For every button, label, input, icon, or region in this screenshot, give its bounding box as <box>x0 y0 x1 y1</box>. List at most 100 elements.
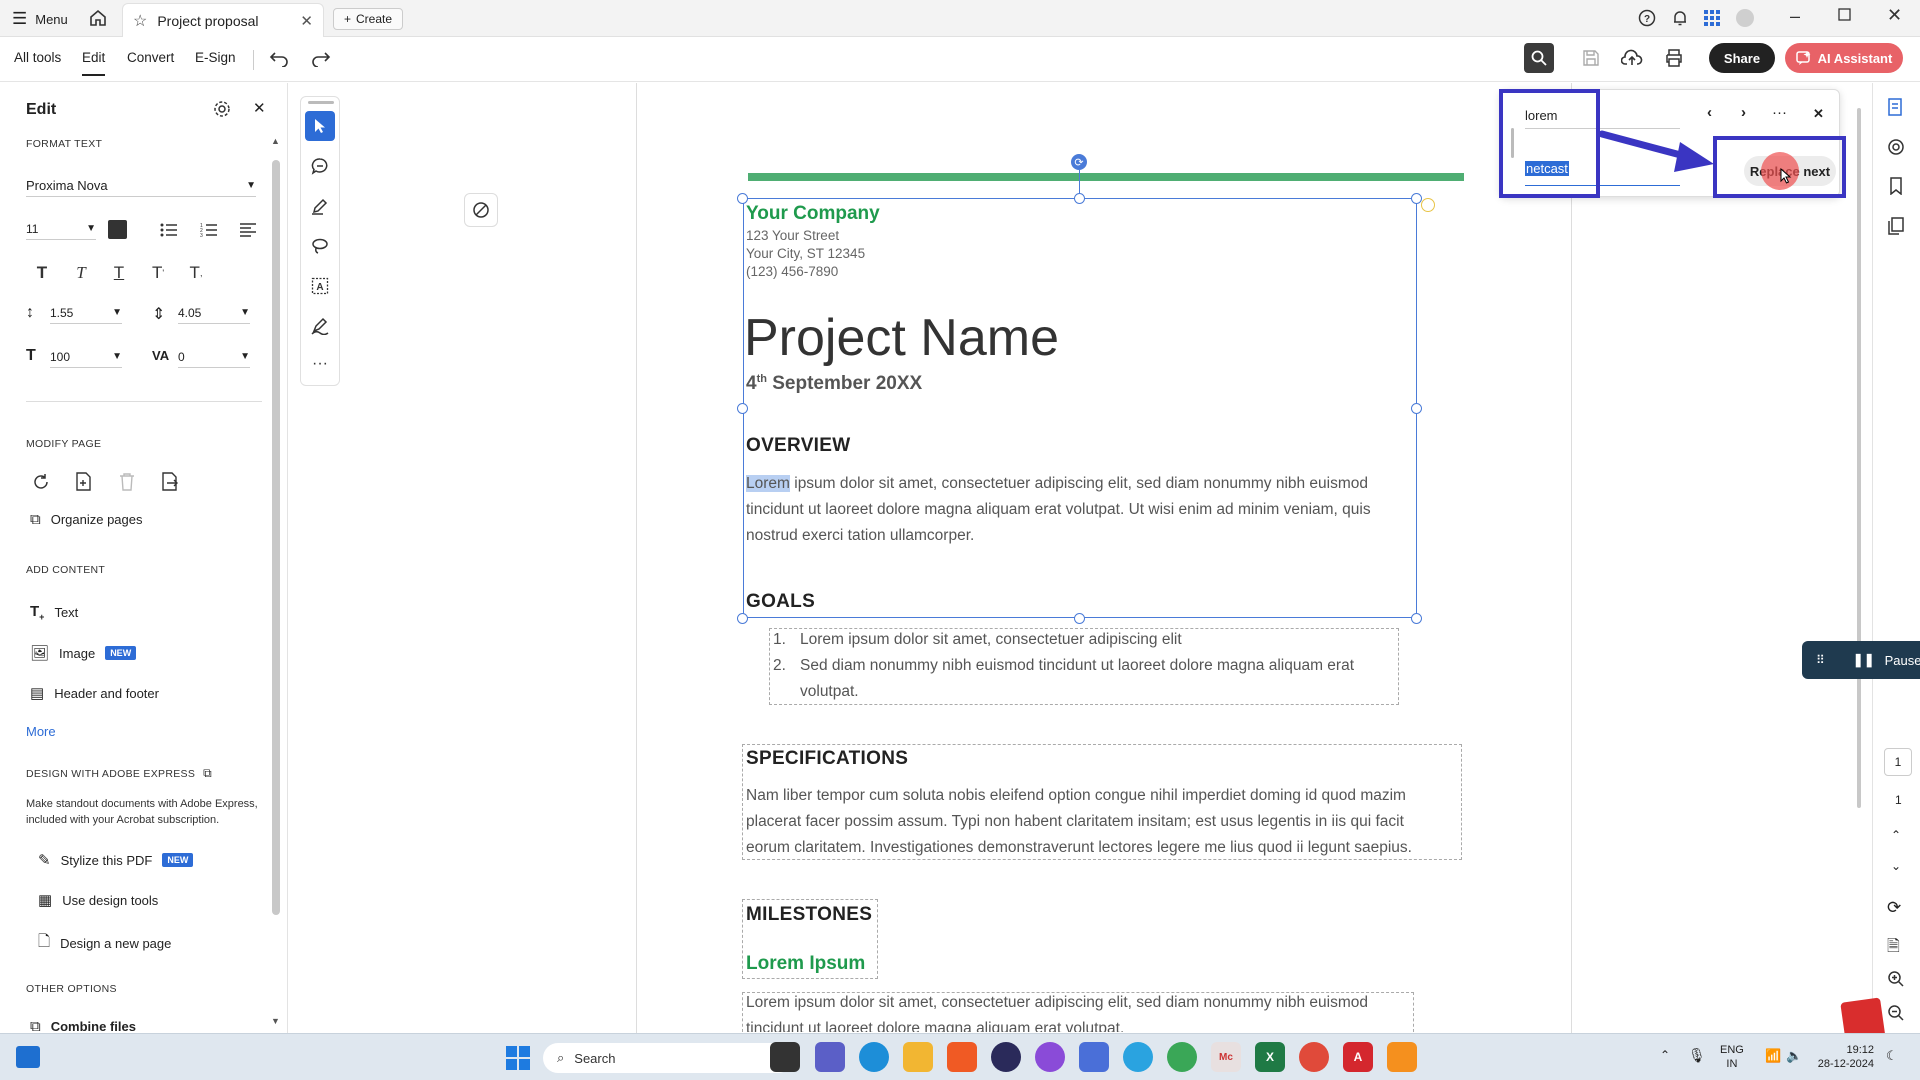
character-spacing-dropdown[interactable]: 0 ▼ <box>178 346 250 368</box>
more-link[interactable]: More <box>26 724 56 739</box>
subscript-icon[interactable]: T, <box>183 260 209 286</box>
resize-handle[interactable] <box>1074 613 1085 624</box>
volume-icon[interactable]: 🔈 <box>1786 1048 1802 1064</box>
panel-scroll-down-icon[interactable]: ▼ <box>271 1016 280 1026</box>
chrome-profile-icon[interactable] <box>1299 1042 1329 1072</box>
resize-handle[interactable] <box>1074 193 1085 204</box>
page-up-icon[interactable]: ⌃ <box>1891 828 1901 842</box>
resize-handle[interactable] <box>1411 403 1422 414</box>
lightbulb-icon[interactable] <box>1421 198 1435 212</box>
text-selection-box[interactable] <box>743 198 1417 618</box>
notification-icon[interactable]: ☾ <box>1886 1048 1898 1064</box>
underline-icon[interactable]: T <box>106 260 132 286</box>
resize-handle[interactable] <box>737 613 748 624</box>
more-options-icon[interactable]: ··· <box>1772 104 1787 121</box>
share-button[interactable]: Share <box>1709 43 1775 73</box>
brave-icon[interactable] <box>947 1042 977 1072</box>
align-left-icon[interactable] <box>235 217 261 243</box>
file-manager-icon[interactable] <box>770 1042 800 1072</box>
zoom-in-icon[interactable] <box>1887 970 1905 988</box>
external-link-icon[interactable]: ⧉ <box>203 766 212 781</box>
star-icon[interactable]: ☆ <box>133 11 147 31</box>
minimize-icon[interactable]: – <box>1790 6 1800 27</box>
refresh-icon[interactable]: ⟳ <box>1887 898 1901 918</box>
tray-chevron-icon[interactable]: ⌃ <box>1660 1048 1670 1062</box>
bold-icon[interactable]: T <box>29 260 55 286</box>
page-number-input[interactable]: 1 <box>1884 748 1912 776</box>
language-indicator[interactable]: ENG IN <box>1720 1043 1744 1071</box>
add-text-button[interactable]: T+ Text <box>30 603 78 622</box>
clock[interactable]: 19:12 28-12-2024 <box>1812 1043 1874 1071</box>
widgets-icon[interactable] <box>16 1046 40 1068</box>
redo-icon[interactable] <box>311 49 331 67</box>
comment-tool[interactable] <box>305 151 335 181</box>
organize-pages-button[interactable]: ⧉ Organize pages <box>30 511 143 528</box>
vertical-scrollbar[interactable] <box>1857 108 1861 808</box>
microphone-icon[interactable]: 🎙 <box>1688 1047 1706 1064</box>
recording-pause-button[interactable]: ⠿ ❚❚ Pause <box>1802 641 1920 679</box>
rotate-icon[interactable] <box>32 473 50 491</box>
document-tab[interactable]: ☆ Project proposal ✕ <box>122 3 324 37</box>
bookmark-icon[interactable] <box>1887 177 1905 195</box>
no-entry-icon[interactable] <box>464 193 498 227</box>
panel-scrollbar[interactable] <box>272 160 280 915</box>
next-match-icon[interactable]: › <box>1741 104 1746 121</box>
design-tools-button[interactable]: ▦ Use design tools <box>38 891 158 909</box>
telegram-icon[interactable] <box>1123 1042 1153 1072</box>
font-size-dropdown[interactable]: 11 ▼ <box>26 218 96 240</box>
superscript-icon[interactable]: T ' <box>145 260 171 286</box>
app-mc-icon[interactable]: Mc <box>1211 1042 1241 1072</box>
windows-start-icon[interactable] <box>506 1046 530 1070</box>
edge-icon[interactable] <box>859 1042 889 1072</box>
ai-assistant-button[interactable]: AI Assistant <box>1785 43 1903 73</box>
save-icon[interactable] <box>1582 49 1600 67</box>
delete-page-icon[interactable] <box>118 472 136 492</box>
tab-esign[interactable]: E-Sign <box>195 50 236 65</box>
upload-cloud-icon[interactable] <box>1621 49 1643 67</box>
numbered-list-icon[interactable]: 123 <box>196 217 222 243</box>
link-app-icon[interactable] <box>991 1042 1021 1072</box>
apps-grid-icon[interactable] <box>1704 10 1720 26</box>
insert-page-icon[interactable] <box>75 472 93 492</box>
search-tool-button[interactable] <box>1524 43 1554 73</box>
close-window-icon[interactable]: ✕ <box>1887 5 1902 26</box>
tab-all-tools[interactable]: All tools <box>14 50 61 65</box>
font-family-dropdown[interactable]: Proxima Nova ▼ <box>26 175 256 197</box>
add-image-button[interactable]: 🖼 Image NEW <box>30 644 137 662</box>
header-footer-button[interactable]: ▤ Header and footer <box>30 684 159 702</box>
horizontal-scale-dropdown[interactable]: 100 ▼ <box>50 346 122 368</box>
page-down-icon[interactable]: ⌄ <box>1891 859 1901 873</box>
extract-page-icon[interactable] <box>161 472 179 492</box>
maximize-icon[interactable] <box>1838 8 1851 21</box>
create-button[interactable]: + Create <box>333 8 404 30</box>
chrome-icon[interactable] <box>1167 1042 1197 1072</box>
stylize-pdf-button[interactable]: ✎ Stylize this PDF NEW <box>38 851 194 869</box>
avatar[interactable] <box>1736 9 1754 27</box>
comments-icon[interactable] <box>1887 138 1905 156</box>
gear-icon[interactable] <box>213 100 231 118</box>
rotate-handle-icon[interactable]: ⟳ <box>1071 154 1087 170</box>
panel-scroll-up-icon[interactable]: ▲ <box>271 136 280 146</box>
tab-convert[interactable]: Convert <box>127 50 174 65</box>
previous-match-icon[interactable]: ‹ <box>1707 104 1712 121</box>
firefox-icon[interactable] <box>1035 1042 1065 1072</box>
close-find-icon[interactable]: ✕ <box>1813 106 1824 122</box>
line-spacing-dropdown[interactable]: 1.55 ▼ <box>50 302 122 324</box>
design-new-page-button[interactable]: 🗋 Design a new page <box>38 931 171 956</box>
undo-icon[interactable] <box>269 49 289 67</box>
taskbar-search[interactable]: ⌕ Search <box>543 1043 793 1073</box>
summary-icon[interactable] <box>1887 98 1905 116</box>
print-icon[interactable] <box>1664 49 1684 67</box>
zoom-out-icon[interactable] <box>1887 1004 1905 1022</box>
teams-icon[interactable] <box>815 1042 845 1072</box>
pages-icon[interactable] <box>1887 217 1905 235</box>
select-tool[interactable] <box>305 111 335 141</box>
text-box-tool[interactable]: A <box>305 271 335 301</box>
folder-icon[interactable] <box>903 1042 933 1072</box>
help-icon[interactable]: ? <box>1638 9 1656 27</box>
bell-icon[interactable] <box>1671 9 1689 27</box>
menu-button[interactable]: ☰ Menu <box>12 9 68 29</box>
bullet-list-icon[interactable] <box>156 217 182 243</box>
recorder-icon[interactable] <box>1387 1042 1417 1072</box>
page-fit-icon[interactable]: 🗎 <box>1887 935 1900 962</box>
